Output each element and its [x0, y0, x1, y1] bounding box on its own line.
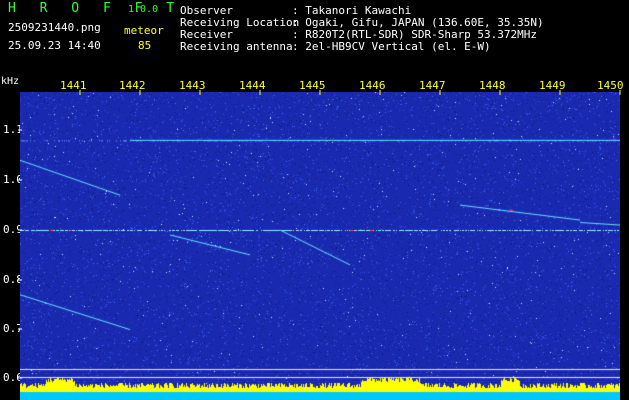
mode-label: meteor	[124, 24, 164, 37]
app-version: 1.0.0	[128, 4, 159, 15]
time-tick-label: 1450	[597, 79, 624, 92]
time-tick-label: 1441	[60, 79, 87, 92]
time-tick-label: 1443	[179, 79, 206, 92]
antenna-label: Receiving antenna	[180, 40, 293, 53]
time-tick-label: 1442	[119, 79, 146, 92]
frequency-unit-label: kHz	[1, 76, 20, 87]
time-tick-label: 1446	[359, 79, 386, 92]
file-name: 2509231440.png	[8, 21, 101, 34]
antenna-value: : 2el-HB9CV Vertical (el. E-W)	[292, 40, 491, 53]
time-tick-label: 1448	[479, 79, 506, 92]
time-tick-label: 1447	[419, 79, 446, 92]
spectrogram-waterfall	[20, 92, 620, 400]
hrofft-window: H R O F F T 1.0.0 2509231440.png meteor …	[0, 0, 629, 400]
date-time: 25.09.23 14:40	[8, 39, 101, 52]
time-tick-label: 1449	[539, 79, 566, 92]
meteor-count: 85	[138, 39, 152, 52]
time-tick-label: 1445	[299, 79, 326, 92]
time-tick-label: 1444	[239, 79, 266, 92]
